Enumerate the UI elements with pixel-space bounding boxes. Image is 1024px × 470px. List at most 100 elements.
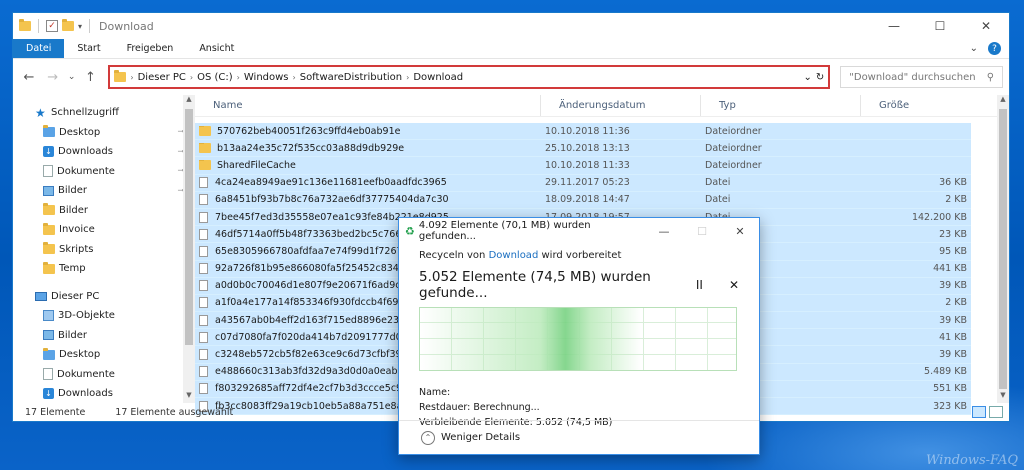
table-row[interactable]: 570762beb40051f263c9ffd4eb0ab91e 10.10.20… (195, 123, 971, 141)
close-button[interactable]: ✕ (963, 13, 1009, 39)
breadcrumb-os-c[interactable]: OS (C:) (197, 72, 233, 83)
subtitle-prefix: Recyceln von (419, 250, 486, 261)
new-folder-icon[interactable] (62, 19, 74, 31)
column-header-date[interactable]: Änderungsdatum (541, 95, 701, 116)
quick-access-toolbar: ✓ ▾ (19, 19, 93, 33)
dialog-close-button[interactable]: ✕ (721, 225, 759, 238)
sidebar-item-pc-downloads[interactable]: ↓ Downloads (13, 384, 195, 404)
headline-text: 5.052 Elemente (74,5 MB) wurden gefunde.… (419, 269, 651, 301)
sidebar-item-dieser-pc[interactable]: Dieser PC (13, 287, 195, 307)
sidebar-item-pc-desktop[interactable]: Desktop (13, 345, 195, 365)
cell-type: Dateiordner (705, 142, 762, 154)
large-icons-view-icon[interactable] (989, 406, 1003, 418)
sidebar-item-pc-bilder[interactable]: Bilder (13, 326, 195, 346)
breadcrumb-separator[interactable]: › (190, 73, 193, 82)
cancel-button[interactable]: ✕ (729, 278, 739, 292)
file-icon (199, 228, 208, 240)
back-button[interactable]: ← (19, 70, 39, 85)
recent-locations-button[interactable]: ⌄ (67, 72, 77, 82)
file-icon (199, 349, 208, 361)
sidebar-item-desktop[interactable]: Desktop ⊸ (13, 123, 195, 143)
sidebar-item-3d-objekte[interactable]: 3D-Objekte (13, 306, 195, 326)
table-row[interactable]: b13aa24e35c72f535cc03a88d9db929e 25.10.20… (195, 140, 971, 158)
table-row[interactable]: SharedFileCache 10.10.2018 11:33 Dateiordn… (195, 157, 971, 175)
sidebar-item-dokumente[interactable]: Dokumente ⊸ (13, 162, 195, 182)
sidebar-item-invoice[interactable]: Invoice (13, 220, 195, 240)
source-folder-link[interactable]: Download (489, 250, 539, 261)
sidebar-item-label: Bilder (58, 185, 88, 197)
customize-toolbar-icon[interactable]: ▾ (78, 22, 82, 31)
sidebar-item-schnellzugriff[interactable]: ★ Schnellzugriff (13, 103, 195, 123)
breadcrumb-separator[interactable]: › (293, 73, 296, 82)
less-details-button[interactable]: ⌃ Weniger Details (399, 420, 759, 454)
forward-button[interactable]: → (43, 70, 63, 85)
table-row[interactable]: 4ca24ea8949ae91c136e11681eefb0aadfdc3965… (195, 174, 971, 192)
cell-size: 441 KB (933, 263, 967, 275)
pause-button[interactable]: II (696, 278, 703, 292)
search-input[interactable]: "Download" durchsuchen ⚲ (840, 66, 1004, 88)
folder-icon (43, 222, 55, 235)
maximize-button[interactable]: ☐ (917, 13, 963, 39)
ribbon-collapse-icon[interactable]: ⌄ (970, 43, 978, 54)
cell-size: 551 KB (933, 383, 967, 395)
refresh-icon[interactable]: ↻ (816, 72, 824, 83)
details-view-icon[interactable] (972, 406, 986, 418)
file-icon (199, 331, 208, 343)
item-count: 17 Elemente (25, 406, 86, 418)
column-header-name[interactable]: Name (195, 95, 541, 116)
help-icon[interactable]: ? (988, 42, 1001, 55)
up-button[interactable]: ↑ (81, 70, 101, 85)
scrollbar-thumb[interactable] (999, 109, 1007, 389)
scroll-down-icon[interactable]: ▼ (997, 391, 1009, 403)
address-bar[interactable]: › Dieser PC › OS (C:) › Windows › Softwa… (108, 65, 831, 89)
search-icon[interactable]: ⚲ (987, 72, 994, 83)
file-list-scrollbar[interactable]: ▲ ▼ (997, 95, 1009, 403)
breadcrumb-dieser-pc[interactable]: Dieser PC (138, 72, 186, 83)
cell-name: 6a8451bf93b7b8c76a732ae6df37775404da7c30 (195, 194, 541, 206)
scroll-up-icon[interactable]: ▲ (997, 95, 1009, 107)
file-icon (199, 297, 208, 309)
cell-size: 36 KB (939, 177, 967, 189)
scroll-up-icon[interactable]: ▲ (183, 95, 195, 107)
operation-controls: II ✕ (696, 278, 739, 292)
scroll-down-icon[interactable]: ▼ (183, 391, 195, 403)
breadcrumb-softwaredistribution[interactable]: SoftwareDistribution (300, 72, 402, 83)
dialog-minimize-button[interactable]: — (645, 225, 683, 238)
column-header-size[interactable]: Größe (861, 95, 971, 116)
minimize-button[interactable]: — (871, 13, 917, 39)
sidebar-item-pc-dokumente[interactable]: Dokumente (13, 365, 195, 385)
detail-name: Name: (419, 385, 739, 400)
dialog-window-controls: — ☐ ✕ (645, 225, 759, 238)
properties-icon[interactable]: ✓ (46, 20, 58, 32)
sidebar-item-temp[interactable]: Temp (13, 259, 195, 279)
scrollbar-thumb[interactable] (185, 109, 193, 345)
desktop-folder-icon (43, 347, 55, 360)
breadcrumb-separator[interactable]: › (130, 73, 133, 82)
breadcrumb-download[interactable]: Download (413, 72, 463, 83)
sidebar-item-downloads[interactable]: ↓ Downloads ⊸ (13, 142, 195, 162)
file-icon (199, 194, 208, 206)
pictures-icon (43, 185, 54, 196)
cell-size: 5.489 KB (924, 366, 967, 378)
table-row[interactable]: 6a8451bf93b7b8c76a732ae6df37775404da7c30… (195, 191, 971, 209)
sidebar-scrollbar[interactable]: ▲ ▼ (183, 95, 195, 403)
address-dropdown-icon[interactable]: ⌄ (803, 72, 811, 83)
column-header-type[interactable]: Typ (701, 95, 861, 116)
breadcrumb-separator[interactable]: › (406, 73, 409, 82)
document-icon (43, 368, 53, 381)
tab-datei[interactable]: Datei (13, 39, 65, 58)
tab-freigeben[interactable]: Freigeben (114, 39, 187, 58)
sidebar-item-label: Downloads (58, 388, 113, 400)
breadcrumb-windows[interactable]: Windows (244, 72, 289, 83)
breadcrumb-separator[interactable]: › (237, 73, 240, 82)
sidebar-item-skripts[interactable]: Skripts (13, 240, 195, 260)
tab-ansicht[interactable]: Ansicht (186, 39, 247, 58)
file-name: 65e8305966780afdfaa7e74f99d1f7267 (215, 245, 403, 257)
sidebar-item-bilder-folder[interactable]: Bilder (13, 201, 195, 221)
sidebar-item-label: Schnellzugriff (51, 107, 119, 119)
file-name: a0d0b0c70046d1e807f9e20671f6ad9c (215, 280, 401, 292)
tab-start[interactable]: Start (64, 39, 113, 58)
sidebar-item-label: Dokumente (57, 165, 115, 177)
cell-size: 41 KB (939, 331, 967, 343)
sidebar-item-bilder[interactable]: Bilder ⊸ (13, 181, 195, 201)
